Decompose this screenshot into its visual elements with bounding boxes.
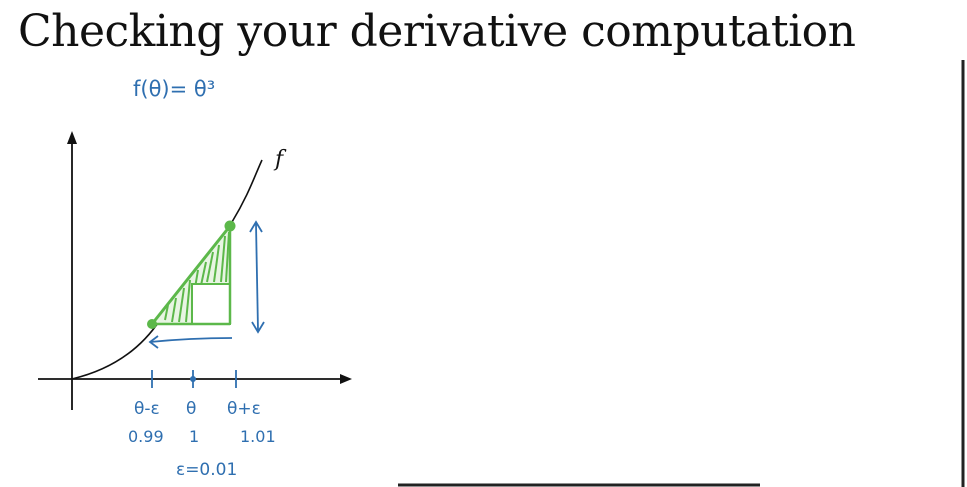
epsilon-definition: ε=0.01 — [176, 460, 237, 480]
value-label-right: 1.01 — [240, 427, 276, 446]
height-arrow — [249, 220, 265, 334]
tick-mid-dot — [190, 376, 196, 382]
curve-f — [71, 159, 263, 380]
derivative-check-diagram: f f(θ)= θ³ θ-ε θ θ+ε 0.99 1 1.01 ε=0.01 — [38, 60, 965, 487]
value-label-mid: 1 — [189, 427, 199, 446]
secant-triangle — [147, 220, 236, 329]
tick-label-mid: θ — [186, 399, 196, 419]
width-arrow — [148, 335, 233, 349]
y-axis-arrow — [67, 131, 77, 144]
curve-label: f — [273, 147, 287, 172]
value-label-left: 0.99 — [128, 427, 164, 446]
tick-label-right: θ+ε — [227, 399, 261, 419]
point-left — [147, 319, 157, 329]
x-axis-arrow — [340, 374, 352, 384]
inner-box — [191, 283, 231, 325]
function-definition: f(θ)= θ³ — [133, 77, 215, 101]
tick-label-left: θ-ε — [134, 399, 160, 419]
slide: Checking your derivative computation f f… — [0, 0, 967, 487]
point-right — [224, 220, 236, 232]
